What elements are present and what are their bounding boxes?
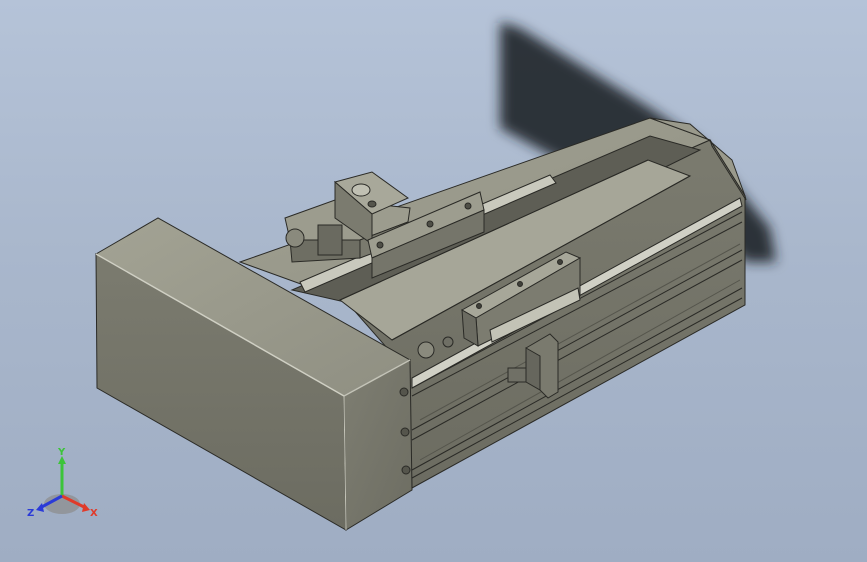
- x-axis-label: X: [90, 508, 98, 519]
- x-axis-arrow: [82, 503, 90, 512]
- orientation-triad[interactable]: Y X Z: [24, 446, 104, 526]
- cad-viewport[interactable]: Y X Z: [0, 0, 867, 562]
- z-axis-label: Z: [27, 508, 34, 519]
- z-axis-arrow: [36, 503, 44, 512]
- linear-actuator-model[interactable]: [0, 0, 867, 562]
- y-axis-label: Y: [57, 447, 66, 458]
